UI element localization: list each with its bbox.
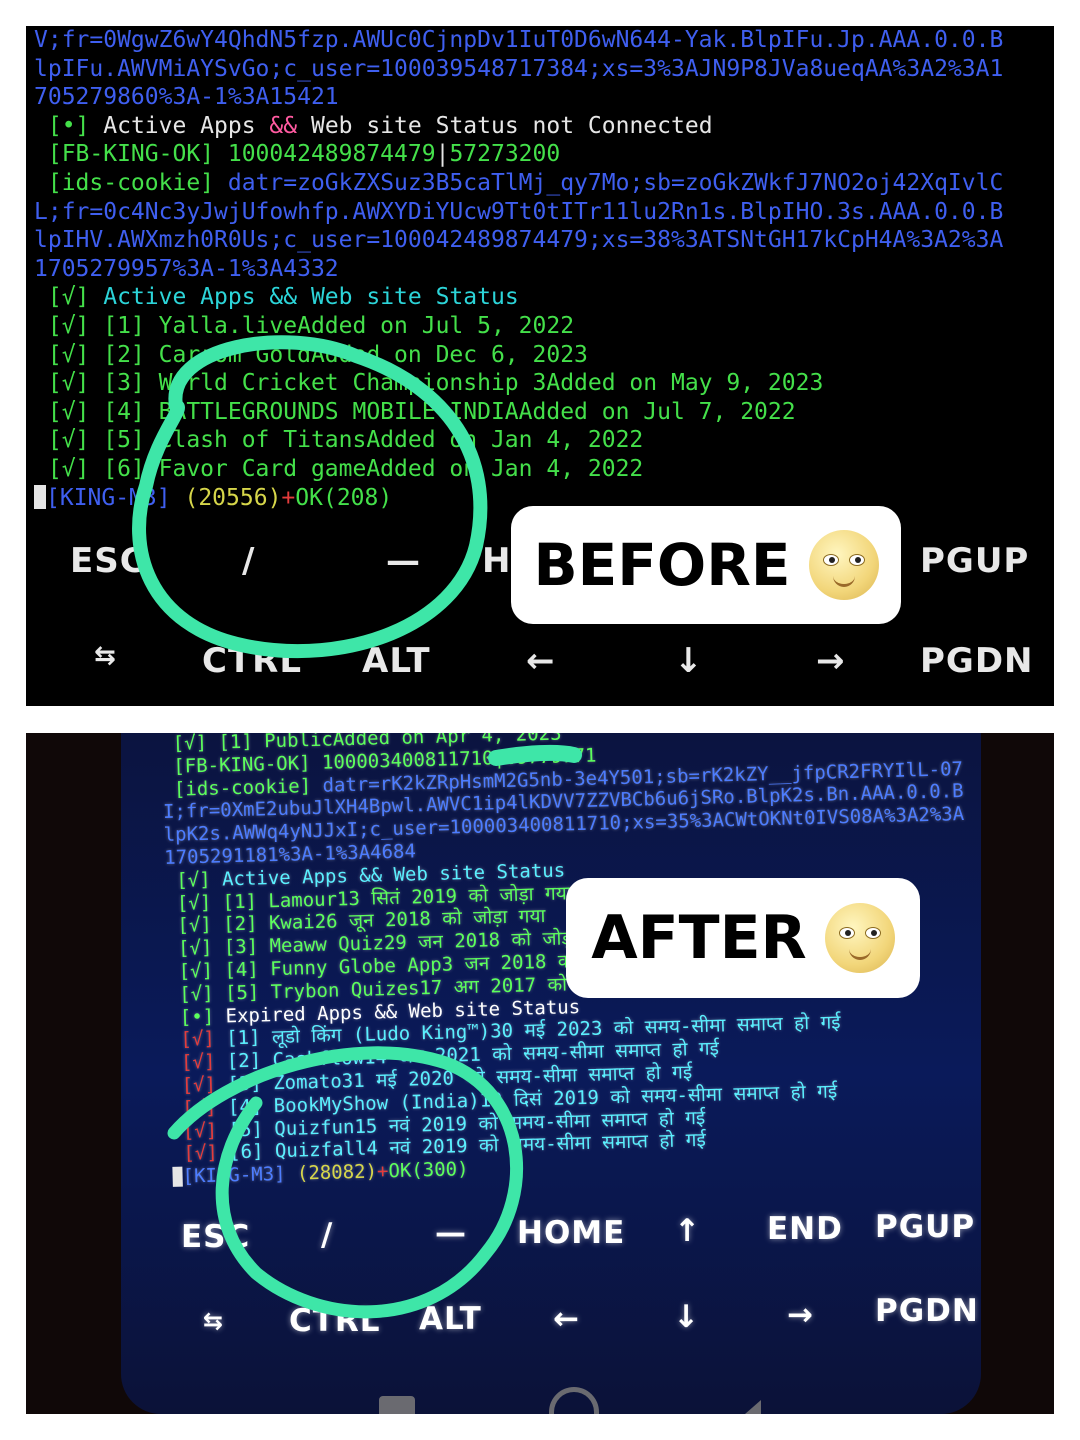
prompt-count: (20556) xyxy=(184,484,282,511)
prompt-plus: + xyxy=(281,484,296,511)
key-pgup[interactable]: PGUP xyxy=(920,541,1029,581)
terminal-line: L;fr=0c4Nc3yJwjUfowhfp.AWXYDiYUcw9Tt0tIT… xyxy=(34,198,1046,227)
terminal-text: Active Apps xyxy=(103,112,270,139)
terminal-text: [√] [3] World Cricket Championship 3Adde… xyxy=(34,370,824,397)
key-ctrl[interactable]: CTRL xyxy=(202,641,302,681)
terminal-text: [√] [4] BATTLEGROUNDS MOBILE INDIAAdded … xyxy=(34,398,796,425)
terminal-text: [√] xyxy=(171,1141,230,1166)
terminal-text: [√] xyxy=(170,1096,229,1120)
key-pgdn[interactable]: PGDN xyxy=(920,641,1034,681)
prompt-ok: OK(208) xyxy=(295,484,393,511)
terminal-line: [•] Active Apps && Web site Status not C… xyxy=(34,112,1046,141)
terminal-text: [√] xyxy=(169,1073,228,1097)
home-circle-icon[interactable] xyxy=(549,1387,599,1414)
cursor xyxy=(172,1166,183,1187)
terminal-line: 705279860%3A-1%3A15421 xyxy=(34,83,1046,112)
terminal-text: lpIHV.AWXmzh0R0Us;c_user=100042489874479… xyxy=(34,227,1004,254)
key-tab-icon[interactable]: ⇆ xyxy=(94,641,117,671)
terminal-text: V;fr=0WgwZ6wY4QhdN5fzp.AWUc0CjnpDv1IuT0D… xyxy=(34,27,1004,53)
terminal-text: [√] [6] Favor Card gameAdded on Jan 4, 2… xyxy=(34,455,644,482)
prompt-plus: + xyxy=(376,1160,389,1183)
after-label: AFTER xyxy=(566,878,920,998)
terminal-line: lpIHV.AWXmzh0R0Us;c_user=100042489874479… xyxy=(34,226,1046,255)
key-right-arrow[interactable]: → xyxy=(787,1297,814,1333)
terminal-text: && xyxy=(269,112,298,139)
terminal-text: [√] [2] Carrom GoldAdded on Dec 6, 2023 xyxy=(34,341,588,368)
moon-face-icon xyxy=(824,903,895,973)
terminal-text: [√] xyxy=(34,284,104,311)
terminal-line: [√] [2] Carrom GoldAdded on Dec 6, 2023 xyxy=(34,341,1046,370)
extra-keys-bar: ESC / — HOME ↑ END PGUP ⇆ CTRL ALT ← ↓ →… xyxy=(121,1203,981,1373)
key-left-arrow[interactable]: ← xyxy=(526,641,556,681)
terminal-line: [√] [3] World Cricket Championship 3Adde… xyxy=(34,369,1046,398)
cursor xyxy=(34,484,46,509)
key-up-arrow[interactable]: ↑ xyxy=(674,1213,701,1249)
recents-icon[interactable] xyxy=(379,1396,415,1414)
terminal-text: [√] [5] Clash of TitansAdded on Jan 4, 2… xyxy=(34,427,644,454)
key-slash[interactable]: / xyxy=(242,541,255,581)
terminal-output: V;fr=0WgwZ6wY4QhdN5fzp.AWUc0CjnpDv1IuT0D… xyxy=(34,26,1046,512)
terminal-text: [ids-cookie] xyxy=(34,169,228,196)
key-tab-icon[interactable]: ⇆ xyxy=(203,1307,224,1335)
after-label-text: AFTER xyxy=(591,903,807,973)
terminal-text: L;fr=0c4Nc3yJwjUfowhfp.AWXYDiYUcw9Tt0tIT… xyxy=(34,198,1004,225)
key-alt[interactable]: ALT xyxy=(362,641,431,681)
key-pgdn[interactable]: PGDN xyxy=(875,1293,979,1329)
key-dash[interactable]: — xyxy=(386,541,421,581)
prompt-ok: OK(300) xyxy=(388,1158,469,1183)
terminal-line: [√] [1] Yalla.liveAdded on Jul 5, 2022 xyxy=(34,312,1046,341)
key-right-arrow[interactable]: → xyxy=(816,641,846,681)
terminal-line: [√] [6] Favor Card gameAdded on Jan 4, 2… xyxy=(34,455,1046,484)
key-dash[interactable]: — xyxy=(435,1215,467,1251)
terminal-text: [•] xyxy=(168,1004,226,1029)
key-slash[interactable]: / xyxy=(321,1217,333,1253)
moon-face-icon xyxy=(808,530,879,600)
terminal-line: [ids-cookie] datr=zoGkZXSuz3B5caTlMj_qy7… xyxy=(34,169,1046,198)
key-ctrl[interactable]: CTRL xyxy=(289,1303,381,1339)
prompt-tag: [KING-M3] xyxy=(46,484,185,511)
key-left-arrow[interactable]: ← xyxy=(553,1301,580,1337)
terminal-text: lpIFu.AWVMiAYSvGo;c_user=100039548717384… xyxy=(34,55,1004,82)
terminal-line: [√] Active Apps && Web site Status xyxy=(34,283,1046,312)
before-label-text: BEFORE xyxy=(533,531,791,599)
terminal-text: Active Apps && Web site Status xyxy=(103,284,519,311)
terminal-line: V;fr=0WgwZ6wY4QhdN5fzp.AWUc0CjnpDv1IuT0D… xyxy=(34,26,1046,55)
after-screenshot: [√] [1] PublicAdded on Apr 4, 2023 [FB-K… xyxy=(26,733,1054,1414)
key-esc[interactable]: ESC xyxy=(181,1219,250,1255)
terminal-text: Web site Status not Connected xyxy=(297,112,713,139)
before-label: BEFORE xyxy=(511,506,901,624)
key-down-arrow[interactable]: ↓ xyxy=(673,1299,700,1335)
android-nav-bar xyxy=(121,1374,981,1414)
terminal-text: [√] xyxy=(171,1118,229,1143)
terminal-text: 1705279957%3A-1%3A4332 xyxy=(34,255,339,282)
key-down-arrow[interactable]: ↓ xyxy=(674,641,704,681)
terminal-text: 57273200 xyxy=(449,141,561,168)
terminal-line: [√] [4] BATTLEGROUNDS MOBILE INDIAAdded … xyxy=(34,398,1046,427)
terminal-text: datr=zoGkZXSuz3B5caTlMj_qy7Mo;sb=zoGkZWk… xyxy=(227,169,1004,196)
key-esc[interactable]: ESC xyxy=(70,541,146,581)
key-end[interactable]: END xyxy=(767,1211,843,1247)
terminal-text: [√] xyxy=(169,1050,228,1075)
terminal-text: 705279860%3A-1%3A15421 xyxy=(34,84,339,111)
back-icon[interactable] xyxy=(729,1400,761,1414)
before-screenshot: V;fr=0WgwZ6wY4QhdN5fzp.AWUc0CjnpDv1IuT0D… xyxy=(26,26,1054,706)
terminal-line: lpIFu.AWVMiAYSvGo;c_user=100039548717384… xyxy=(34,55,1046,84)
terminal-text: [FB-KING-OK] 100042489874479 xyxy=(34,141,436,168)
terminal-text: [√] [1] Yalla.liveAdded on Jul 5, 2022 xyxy=(34,312,575,339)
terminal-line: [FB-KING-OK] 100042489874479|57273200 xyxy=(34,140,1046,169)
terminal-text: [•] xyxy=(34,112,104,139)
prompt-count: (28082) xyxy=(296,1160,378,1185)
key-home[interactable]: HOME xyxy=(517,1215,625,1251)
terminal-line: 1705279957%3A-1%3A4332 xyxy=(34,255,1046,284)
terminal-text: [√] xyxy=(168,1027,227,1052)
prompt-tag: [KING-M3] xyxy=(182,1162,298,1188)
terminal-text: | xyxy=(435,141,450,168)
terminal-text: [√] xyxy=(164,868,223,892)
phone-screen: [√] [1] PublicAdded on Apr 4, 2023 [FB-K… xyxy=(121,733,981,1414)
key-pgup[interactable]: PGUP xyxy=(875,1209,975,1245)
key-alt[interactable]: ALT xyxy=(419,1301,482,1337)
terminal-line: [√] [5] Clash of TitansAdded on Jan 4, 2… xyxy=(34,426,1046,455)
